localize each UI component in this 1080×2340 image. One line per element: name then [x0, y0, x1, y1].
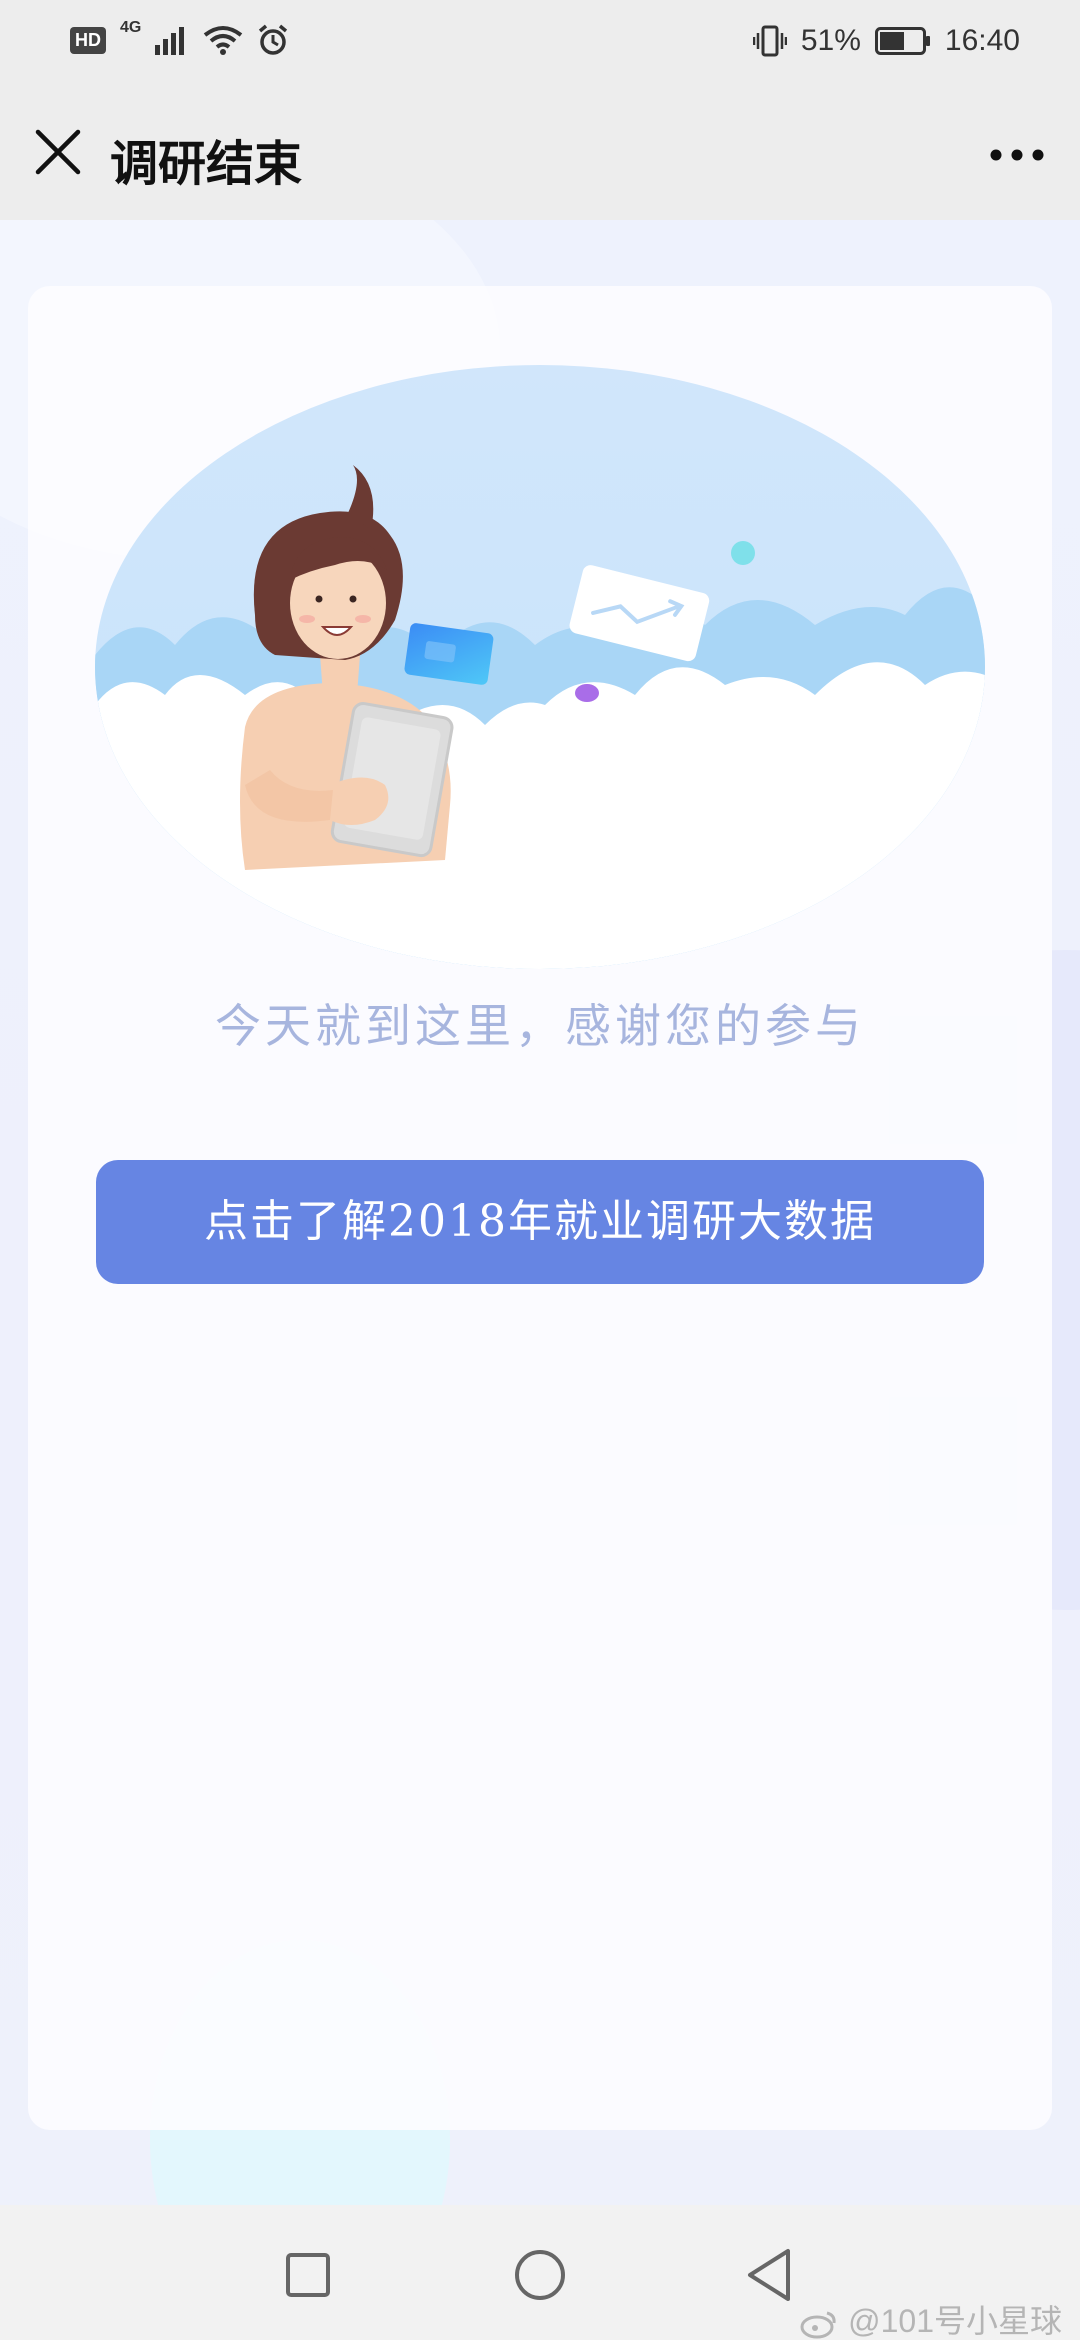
- learn-more-button[interactable]: 点击了解2018年就业调研大数据: [96, 1160, 984, 1284]
- page: HD 4G 51% 16:40 调研结束 今天就到这里，感谢您的参与 点击了解2…: [0, 0, 1080, 2340]
- close-icon: [35, 129, 81, 175]
- back-button[interactable]: [730, 2235, 810, 2315]
- triangle-back-icon: [748, 2249, 790, 2301]
- wifi-icon: [204, 26, 243, 55]
- square-icon: [286, 2253, 330, 2297]
- watermark: @101号小星球: [799, 2296, 1062, 2340]
- status-right: 51% 16:40: [752, 24, 1020, 58]
- battery-icon: [874, 27, 930, 55]
- alarm-icon: [259, 24, 288, 55]
- thanks-message: 今天就到这里，感谢您的参与: [215, 999, 865, 1053]
- survey-complete-illustration: [95, 365, 985, 969]
- more-button[interactable]: [982, 130, 1052, 180]
- status-bar: HD 4G 51% 16:40: [0, 0, 1080, 90]
- hd-badge: HD: [70, 26, 106, 54]
- more-dots-icon: [990, 149, 1044, 161]
- title-bar: 调研结束: [0, 90, 1080, 220]
- recent-apps-button[interactable]: [268, 2235, 348, 2315]
- weibo-icon: [800, 2311, 836, 2339]
- page-title: 调研结束: [110, 136, 303, 192]
- battery-percent: 51%: [800, 24, 861, 57]
- watermark-text: @101号小星球: [848, 2303, 1062, 2339]
- signal-icon: [155, 27, 185, 55]
- network-type: 4G: [120, 19, 142, 36]
- status-left: HD 4G: [70, 19, 289, 56]
- vibrate-icon: [752, 25, 787, 57]
- close-button[interactable]: [28, 122, 88, 182]
- circle-icon: [515, 2250, 565, 2300]
- home-button[interactable]: [500, 2235, 580, 2315]
- clock: 16:40: [944, 24, 1020, 57]
